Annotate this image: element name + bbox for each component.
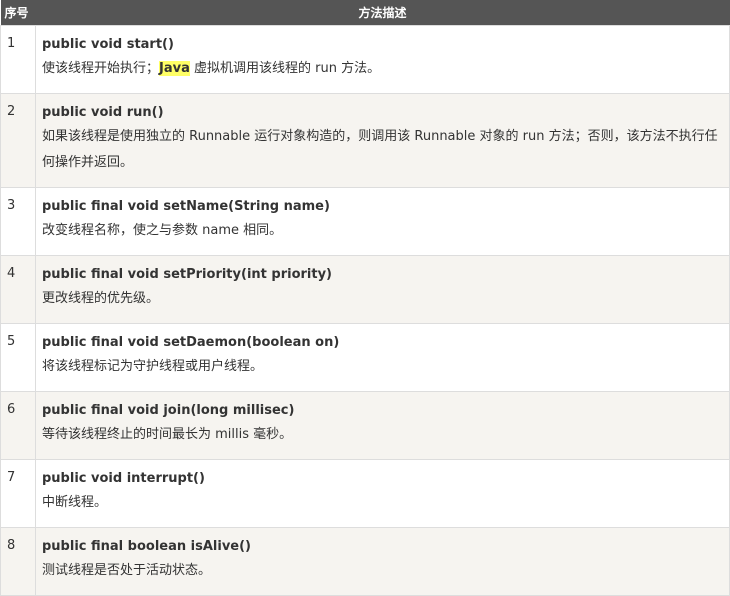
row-description: public void interrupt() 中断线程。 bbox=[35, 458, 730, 528]
method-signature: public final boolean isAlive() bbox=[42, 538, 251, 554]
table-row: 2 public void run() 如果该线程是使用独立的 Runnable… bbox=[0, 92, 730, 188]
method-description: 使该线程开始执行；Java 虚拟机调用该线程的 run 方法。 bbox=[42, 56, 723, 82]
row-number: 8 bbox=[0, 526, 36, 596]
method-description: 将该线程标记为守护线程或用户线程。 bbox=[42, 358, 264, 374]
row-description: public final void join(long millisec) 等待… bbox=[35, 390, 730, 460]
description-text: 虚拟机调用该线程的 run 方法。 bbox=[189, 60, 381, 76]
methods-table: 序号 方法描述 1 public void start() 使该线程开始执行；J… bbox=[0, 0, 730, 596]
method-description: 更改线程的优先级。 bbox=[42, 290, 160, 306]
row-number: 4 bbox=[0, 254, 36, 324]
table-row: 5 public final void setDaemon(boolean on… bbox=[0, 322, 730, 392]
row-number: 7 bbox=[0, 458, 36, 528]
method-description: 等待该线程终止的时间最长为 millis 毫秒。 bbox=[42, 426, 293, 442]
row-number: 1 bbox=[0, 24, 36, 94]
table-row: 6 public final void join(long millisec) … bbox=[0, 390, 730, 460]
method-signature: public void interrupt() bbox=[42, 470, 205, 486]
row-description: public final void setPriority(int priori… bbox=[35, 254, 730, 324]
method-description: 中断线程。 bbox=[42, 494, 108, 510]
table-row: 3 public final void setName(String name)… bbox=[0, 186, 730, 256]
row-number: 2 bbox=[0, 92, 36, 188]
table-row: 1 public void start() 使该线程开始执行；Java 虚拟机调… bbox=[0, 24, 730, 94]
method-signature: public void start() bbox=[42, 36, 174, 52]
method-description: 测试线程是否处于活动状态。 bbox=[42, 562, 212, 578]
method-signature: public final void join(long millisec) bbox=[42, 402, 295, 418]
header-description: 方法描述 bbox=[35, 0, 730, 25]
row-description: public void run() 如果该线程是使用独立的 Runnable 运… bbox=[35, 92, 730, 188]
table-row: 8 public final boolean isAlive() 测试线程是否处… bbox=[0, 526, 730, 596]
row-number: 3 bbox=[0, 186, 36, 256]
row-number: 5 bbox=[0, 322, 36, 392]
highlighted-keyword: Java bbox=[159, 60, 190, 76]
method-description: 如果该线程是使用独立的 Runnable 运行对象构造的，则调用该 Runnab… bbox=[42, 128, 718, 170]
row-description: public void start() 使该线程开始执行；Java 虚拟机调用该… bbox=[35, 24, 730, 94]
description-text: 使该线程开始执行； bbox=[42, 60, 160, 76]
table-row: 7 public void interrupt() 中断线程。 bbox=[0, 458, 730, 528]
row-number: 6 bbox=[0, 390, 36, 460]
table-row: 4 public final void setPriority(int prio… bbox=[0, 254, 730, 324]
row-description: public final void setDaemon(boolean on) … bbox=[35, 322, 730, 392]
row-description: public final boolean isAlive() 测试线程是否处于活… bbox=[35, 526, 730, 596]
method-signature: public void run() bbox=[42, 104, 164, 120]
method-signature: public final void setPriority(int priori… bbox=[42, 266, 332, 282]
row-description: public final void setName(String name) 改… bbox=[35, 186, 730, 256]
method-signature: public final void setName(String name) bbox=[42, 198, 330, 214]
method-signature: public final void setDaemon(boolean on) bbox=[42, 334, 340, 350]
header-number: 序号 bbox=[0, 0, 36, 25]
method-description: 改变线程名称，使之与参数 name 相同。 bbox=[42, 222, 283, 238]
table-header-row: 序号 方法描述 bbox=[0, 0, 730, 25]
